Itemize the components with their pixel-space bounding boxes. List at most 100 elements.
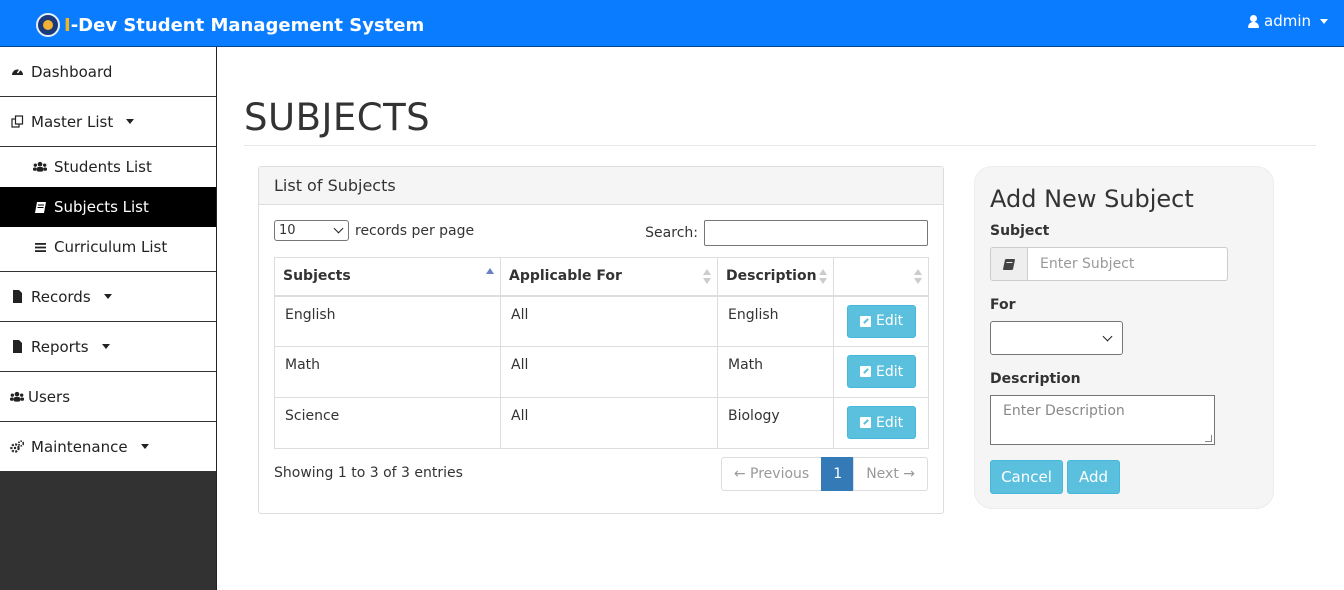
dashboard-icon [10,65,24,79]
add-subject-form: Add New Subject Subject Enter Subject Fo… [974,166,1274,509]
chevron-down-icon [333,223,344,234]
pagination: ← Previous 1 Next → [720,457,928,491]
edit-button[interactable]: Edit [847,304,917,338]
brand-title: -Dev Student Management System [70,14,425,36]
sidebar: Dashboard Master List Students List Subj… [0,47,217,590]
table-row: Science All Biology Edit [274,397,929,449]
column-header-label: Description [726,268,817,285]
cell-description: Math [717,346,834,398]
page-title: SUBJECTS [244,96,431,139]
sidebar-item-label: Users [28,387,71,406]
edit-button-label: Edit [876,313,904,329]
clone-icon [10,115,24,129]
user-icon [1248,14,1259,28]
sidebar-item-students-list[interactable]: Students List [0,147,216,187]
caret-down-icon [101,344,110,349]
file-icon [10,290,24,304]
for-select[interactable] [990,321,1123,355]
cell-subject: English [274,295,501,347]
column-header-label: Applicable For [509,268,622,285]
subjects-list-panel: List of Subjects 10 records per page Sea… [258,166,944,514]
school-logo-icon [36,13,60,37]
for-label: For [990,297,1016,313]
book-icon [1002,258,1016,270]
submenu-spacer [0,267,216,271]
sidebar-item-maintenance[interactable]: Maintenance [0,422,216,472]
users-icon [33,160,47,174]
sidebar-item-dashboard[interactable]: Dashboard [0,47,216,97]
edit-button[interactable]: Edit [847,355,917,388]
sidebar-item-master-list[interactable]: Master List [0,97,216,147]
sidebar-item-label: Students List [54,158,152,176]
chevron-down-icon [1102,331,1113,341]
caret-down-icon [140,444,149,449]
column-header-subjects[interactable]: Subjects [274,257,501,297]
edit-button[interactable]: Edit [847,406,917,439]
cancel-button[interactable]: Cancel [990,460,1063,494]
master-list-submenu: Students List Subjects List Curriculum L… [0,147,216,272]
cell-subject: Math [274,346,501,398]
sidebar-item-label: Master List [31,112,114,131]
sidebar-item-label: Curriculum List [54,238,168,256]
subject-label: Subject [990,223,1050,239]
cell-applicable-for: All [500,397,718,449]
users-icon [10,390,24,404]
sidebar-item-subjects-list[interactable]: Subjects List [0,187,216,227]
table-search: Search: [645,220,928,246]
sidebar-item-label: Subjects List [54,198,149,216]
list-icon [33,240,47,254]
column-header-actions[interactable] [833,257,929,297]
records-per-page-control: 10 records per page [274,220,474,241]
top-navbar: I -Dev Student Management System admin [0,0,1344,47]
main-content: SUBJECTS List of Subjects 10 records per… [218,48,1344,590]
brand[interactable]: I -Dev Student Management System [36,12,424,38]
subject-input[interactable]: Enter Subject [1028,247,1228,281]
cell-subject: Science [274,397,501,449]
next-page-button[interactable]: Next → [853,457,928,491]
cell-applicable-for: All [500,295,718,347]
records-per-page-value: 10 [279,223,296,238]
add-button[interactable]: Add [1067,460,1120,494]
edit-button-label: Edit [876,363,904,380]
title-divider [244,145,1316,146]
records-per-page-select[interactable]: 10 [274,220,349,241]
cell-applicable-for: All [500,346,718,398]
caret-down-icon [103,294,112,299]
table-row: English All English Edit [274,295,929,347]
previous-page-button[interactable]: ← Previous [720,457,823,491]
subject-input-group: Enter Subject [990,247,1228,281]
table-row: Math All Math Edit [274,346,929,398]
cell-actions: Edit [833,295,929,347]
caret-down-icon [126,119,135,124]
cell-description: Biology [717,397,834,449]
sidebar-item-label: Maintenance [31,437,128,456]
sidebar-item-reports[interactable]: Reports [0,322,216,372]
panel-heading: List of Subjects [259,167,943,205]
table-header-row: Subjects Applicable For Description [274,257,929,297]
sidebar-item-label: Records [31,287,91,306]
user-menu-dropdown[interactable]: admin [1248,12,1328,30]
cell-actions: Edit [833,346,929,398]
search-input[interactable] [704,220,928,246]
book-icon [33,200,47,214]
description-placeholder: Enter Description [1003,403,1125,419]
brand-initial: I [64,14,71,36]
form-title: Add New Subject [990,185,1194,213]
cogs-icon [10,440,24,454]
input-addon [990,247,1028,281]
page-1-button[interactable]: 1 [821,457,855,491]
sidebar-item-users[interactable]: Users [0,372,216,422]
sidebar-item-records[interactable]: Records [0,272,216,322]
edit-icon [860,366,871,377]
subjects-table: Subjects Applicable For Description Engl… [274,257,929,449]
description-textarea[interactable]: Enter Description [990,395,1215,445]
sidebar-item-curriculum-list[interactable]: Curriculum List [0,227,216,267]
search-label: Search: [645,225,698,241]
sort-ascending-icon [486,268,494,285]
column-header-description[interactable]: Description [717,257,834,297]
edit-icon [860,417,871,428]
resize-handle-icon[interactable] [1205,435,1212,442]
column-header-applicable-for[interactable]: Applicable For [500,257,718,297]
sidebar-item-label: Dashboard [31,62,113,81]
edit-button-label: Edit [876,414,904,431]
